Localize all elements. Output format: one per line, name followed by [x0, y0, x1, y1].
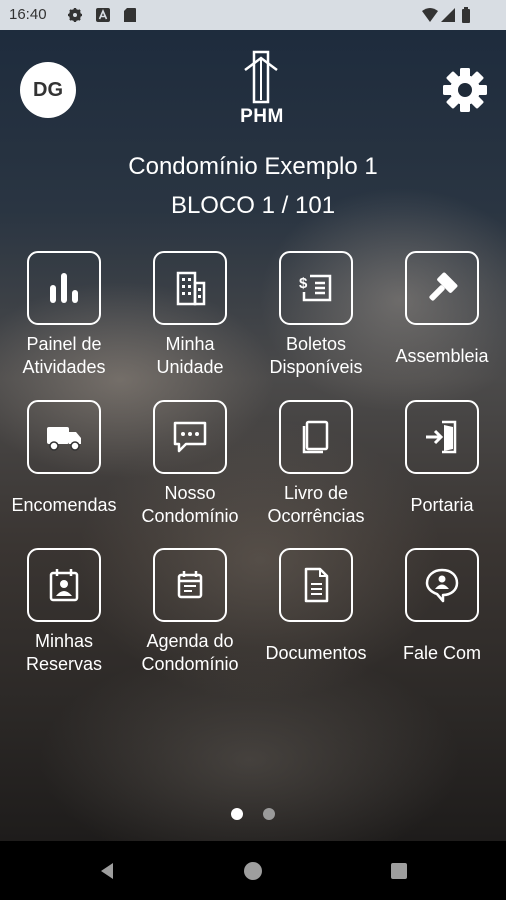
- door-enter-icon: [426, 420, 457, 454]
- tile-box: [153, 400, 227, 474]
- tile-box: [279, 548, 353, 622]
- tile-label-line1: Nosso: [164, 483, 216, 503]
- tile-label-line2: Reservas: [25, 654, 103, 674]
- tile-box: [279, 400, 353, 474]
- signal-icon: [441, 8, 455, 22]
- bill-icon: $: [299, 274, 332, 302]
- back-icon[interactable]: [97, 861, 117, 881]
- tile-label-line1: Livro de: [283, 483, 349, 503]
- tile-box: $: [279, 251, 353, 325]
- tile-label: Assembleia: [395, 346, 489, 366]
- tile-label: Documentos: [265, 643, 367, 663]
- status-bar: 16:40: [0, 0, 506, 30]
- logo-text: PHM: [240, 106, 284, 127]
- tile-label-line1: Agenda do: [146, 631, 234, 651]
- tile-label-line2: Atividades: [22, 357, 106, 377]
- app-notification-icon: [96, 8, 110, 22]
- delivery-truck-icon: [47, 427, 81, 451]
- battery-icon: [462, 7, 470, 23]
- page-dot[interactable]: [263, 808, 275, 820]
- home-screen: 16:40 DG PHM Condomínio Exemplo 1 BLOCO …: [0, 0, 506, 900]
- tile-label-line2: Unidade: [156, 357, 224, 377]
- building-icon: [176, 271, 206, 306]
- tile-label: Encomendas: [11, 495, 117, 515]
- tile-label-line1: Boletos: [285, 334, 347, 354]
- tile-box: [153, 251, 227, 325]
- tile-label-line1: Painel de: [26, 334, 102, 354]
- avatar[interactable]: DG: [20, 62, 76, 118]
- tile-box: [27, 251, 101, 325]
- contact-chat-icon: [425, 568, 459, 603]
- tile-box: [27, 548, 101, 622]
- sd-card-icon: [124, 8, 136, 22]
- wifi-icon: [422, 8, 438, 22]
- tile-box: [27, 400, 101, 474]
- tile-label: Portaria: [410, 495, 474, 515]
- tile-label-line2: Condomínio: [141, 654, 239, 674]
- tile-label: Fale Com: [402, 643, 482, 663]
- tile-label-line1: Minha: [165, 334, 215, 354]
- tile-label-line2: Disponíveis: [269, 357, 363, 377]
- page-indicator: [0, 808, 506, 822]
- tile-box: [405, 548, 479, 622]
- tile-label-line2: Condomínio: [141, 506, 239, 526]
- calendar-icon: [177, 571, 203, 599]
- tile-label-line2: Ocorrências: [267, 506, 365, 526]
- book-icon: [302, 420, 329, 454]
- home-icon[interactable]: [243, 861, 263, 881]
- document-icon: [304, 567, 329, 603]
- recents-icon[interactable]: [389, 861, 409, 881]
- unit-label[interactable]: BLOCO 1 / 101: [0, 192, 506, 220]
- bar-chart-icon: [50, 273, 78, 303]
- condo-name: Condomínio Exemplo 1: [128, 153, 378, 180]
- svg-text:$: $: [299, 275, 308, 292]
- tile-label-line1: Minhas: [34, 631, 94, 651]
- gavel-icon: [429, 272, 458, 301]
- settings-notification-icon: [68, 8, 82, 22]
- nav-bar: [0, 841, 506, 900]
- status-time: 16:40: [9, 6, 47, 23]
- tile-box: [153, 548, 227, 622]
- calendar-person-icon: [49, 569, 79, 602]
- page-dot-active[interactable]: [231, 808, 243, 820]
- chat-bubble-icon: [173, 421, 207, 453]
- tile-box: [405, 400, 479, 474]
- gear-icon[interactable]: [441, 66, 489, 114]
- tile-box: [405, 251, 479, 325]
